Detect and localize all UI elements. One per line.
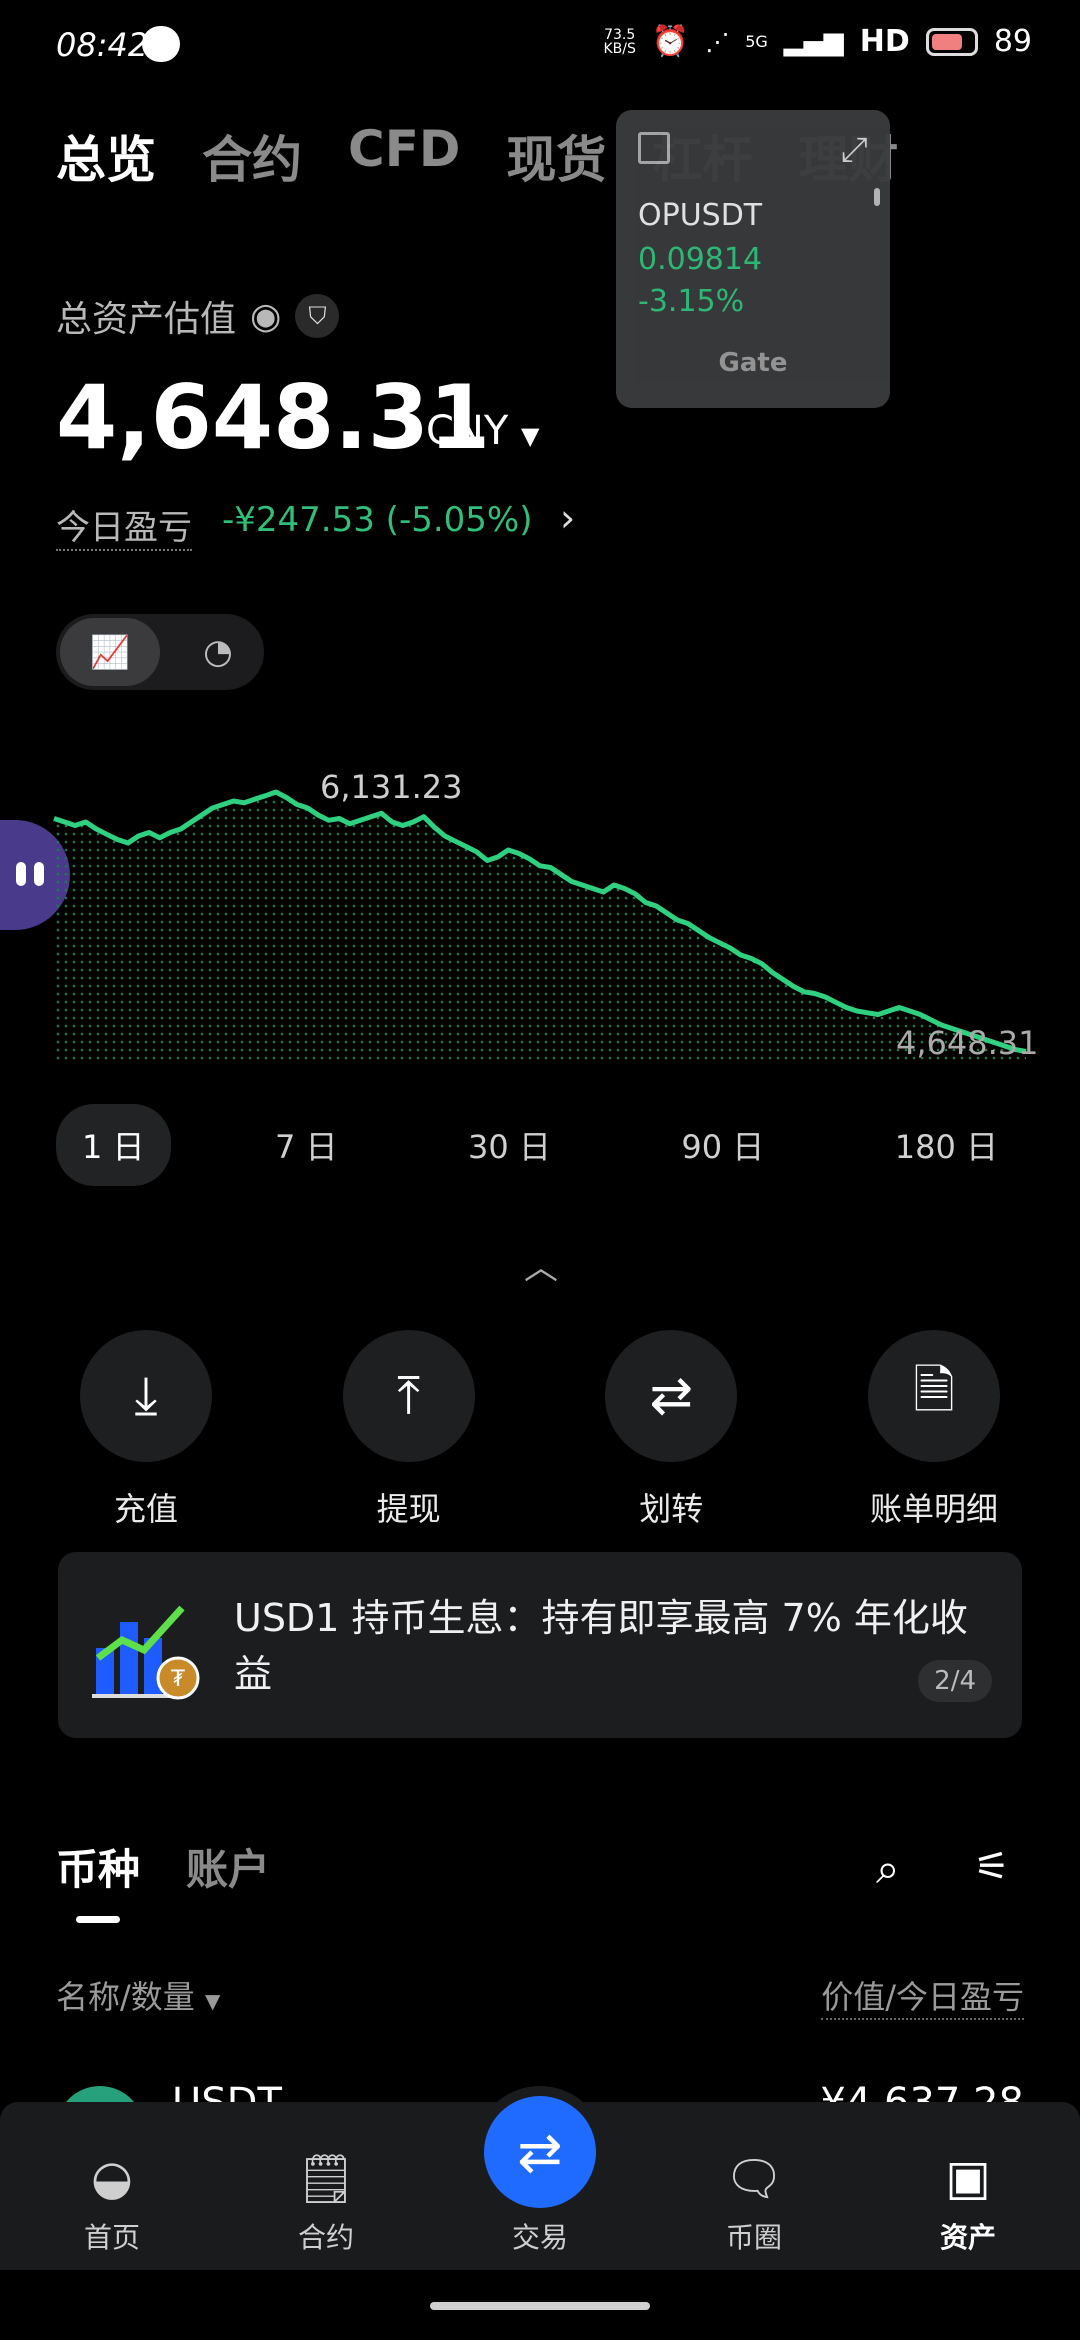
scroll-indicator [874, 188, 880, 206]
tab-coins[interactable]: 币种 [56, 1836, 140, 1897]
filter-settings-icon[interactable]: ⚟ [974, 1844, 1010, 1890]
home-icon: ◒ [91, 2150, 133, 2206]
battery-level: 89 [993, 24, 1032, 59]
range-7d[interactable]: 7 日 [249, 1104, 364, 1186]
chart-area-fill [54, 792, 1026, 1060]
caret-down-icon: ▼ [204, 1989, 221, 2013]
nav-assets[interactable]: ▣ 资产 [898, 2150, 1038, 2256]
value-pnl-header[interactable]: 价值/今日盈亏 [821, 1972, 1024, 2020]
search-icon[interactable]: ⌕ [876, 1844, 900, 1894]
wifi-icon: ⋰ [705, 27, 730, 56]
today-pnl-label[interactable]: 今日盈亏 [56, 500, 192, 551]
eye-icon[interactable]: ◉ [250, 296, 281, 337]
chevron-right-icon[interactable]: › [560, 496, 575, 540]
chat-notification-icon [142, 26, 180, 62]
hd-label: HD [859, 24, 910, 59]
shield-icon[interactable]: ⛉ [295, 294, 340, 338]
nav-community[interactable]: 🗨 币圈 [684, 2150, 824, 2256]
trade-button[interactable]: ⇄ [484, 2096, 596, 2208]
active-tab-underline [76, 1916, 120, 1923]
wallet-icon: ▣ [945, 2150, 991, 2206]
currency-selector[interactable]: CNY ▼ [426, 408, 539, 454]
range-90d[interactable]: 90 日 [655, 1104, 790, 1186]
time-range-selector: 1 日 7 日 30 日 90 日 180 日 [56, 1104, 1024, 1186]
battery-icon [925, 27, 978, 56]
alarm-icon: ⏰ [651, 24, 690, 59]
ticker-change: -3.15% [638, 284, 745, 319]
chart-max-label: 6,131.23 [320, 768, 463, 806]
chart-type-toggle: 📈 ◔ [56, 614, 264, 690]
today-pnl-value: -¥247.53 (-5.05%) [222, 500, 533, 540]
tab-overview[interactable]: 总览 [56, 120, 156, 192]
withdraw-button[interactable]: ⤒ 提现 [319, 1330, 499, 1530]
range-180d[interactable]: 180 日 [869, 1104, 1024, 1186]
signal-icon: ▂▄▆ [783, 26, 844, 57]
promo-chart-illustration: ₮ [92, 1605, 200, 1700]
total-assets-header: 总资产估值 ◉ ⛉ [56, 290, 340, 342]
transfer-button[interactable]: ⇄ 划转 [581, 1330, 761, 1530]
banner-text: USD1 持币生息：持有即享最高 7% 年化收益 [234, 1596, 968, 1696]
deposit-icon: ⤓ [80, 1330, 212, 1462]
tab-accounts[interactable]: 账户 [186, 1836, 270, 1897]
expand-icon[interactable]: ⤢ [841, 130, 868, 170]
range-1d[interactable]: 1 日 [56, 1104, 171, 1186]
tab-cfd[interactable]: CFD [348, 120, 460, 192]
net-speed: 73.5 KB/S [603, 26, 636, 57]
status-icons: 73.5 KB/S ⏰ ⋰ 5G ▂▄▆ HD 89 [603, 24, 1032, 59]
clock: 08:42 [56, 26, 149, 64]
pie-chart-icon[interactable]: ◔ [180, 618, 256, 686]
bill-details-button[interactable]: 🗎 账单明细 [844, 1330, 1024, 1530]
sort-by-name[interactable]: 名称/数量 ▼ [56, 1972, 220, 2018]
status-bar: 08:42 73.5 KB/S ⏰ ⋰ 5G ▂▄▆ HD 89 [0, 0, 1080, 90]
contract-icon: 🗒 [295, 2151, 357, 2207]
network-type: 5G [745, 32, 768, 51]
swap-icon: ⇄ [517, 2120, 563, 2184]
chart-last-label: 4,648.31 [896, 1024, 1039, 1062]
tab-spot[interactable]: 现货 [506, 120, 606, 192]
gate-logo: Gate [718, 348, 788, 378]
shrink-icon[interactable] [638, 132, 670, 164]
bill-icon: 🗎 [867, 1330, 1000, 1462]
transfer-icon: ⇄ [605, 1330, 738, 1462]
caret-down-icon: ▼ [521, 422, 540, 450]
ticker-price: 0.09814 [638, 242, 763, 277]
promo-banner[interactable]: ₮ USD1 持币生息：持有即享最高 7% 年化收益 2/4 [58, 1552, 1022, 1738]
chevron-up-icon[interactable]: ︿ [524, 1240, 558, 1289]
asset-list-tabs: 币种 账户 [56, 1836, 270, 1897]
total-assets-label: 总资产估值 [56, 299, 237, 340]
line-chart-icon[interactable]: 📈 [60, 618, 160, 686]
nav-home[interactable]: ◒ 首页 [42, 2150, 182, 2256]
ticker-symbol: OPUSDT [638, 198, 763, 233]
floating-ticker-window[interactable]: ⤢ OPUSDT 0.09814 -3.15% Gate [616, 110, 890, 408]
range-30d[interactable]: 30 日 [442, 1104, 577, 1186]
banner-page-indicator: 2/4 [918, 1660, 992, 1702]
svg-text:₮: ₮ [171, 1667, 185, 1692]
withdraw-icon: ⤒ [342, 1330, 475, 1462]
home-indicator [430, 2302, 650, 2310]
deposit-button[interactable]: ⤓ 充值 [56, 1330, 236, 1530]
chat-bubble-icon: 🗨 [723, 2151, 785, 2207]
tab-contract[interactable]: 合约 [202, 120, 302, 192]
nav-contract[interactable]: 🗒 合约 [256, 2150, 396, 2256]
quick-actions: ⤓ 充值 ⤒ 提现 ⇄ 划转 🗎 账单明细 [56, 1330, 1024, 1530]
